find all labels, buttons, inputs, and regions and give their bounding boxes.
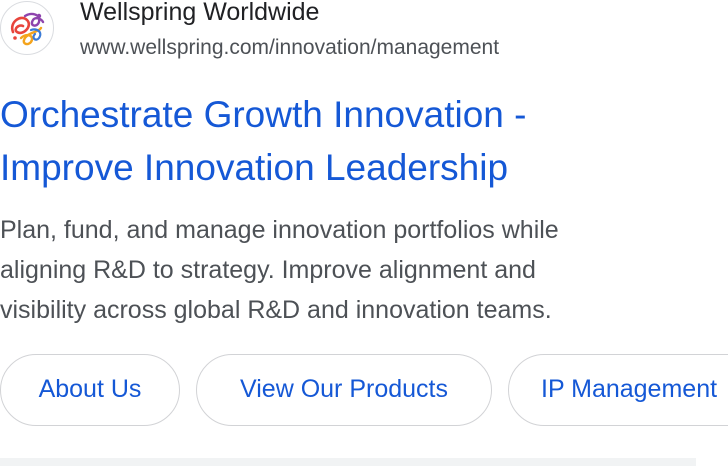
headline-line-1: Orchestrate Growth Innovation - [0,94,527,135]
bottom-divider [0,458,696,466]
description-line-2: aligning R&D to strategy. Improve alignm… [0,256,536,284]
wellspring-logo-icon [0,1,54,55]
description-line-3: visibility across global R&D and innovat… [0,296,552,324]
description-line-1: Plan, fund, and manage innovation portfo… [0,216,559,244]
ad-description: Plan, fund, and manage innovation portfo… [0,210,700,330]
search-ad-result: Wellspring Worldwide www.wellspring.com/… [0,0,728,466]
site-header[interactable]: Wellspring Worldwide www.wellspring.com/… [0,0,728,64]
sitelink-ip-management-button[interactable]: IP Management [508,354,728,426]
sitelink-chips: About Us View Our Products IP Management [0,354,728,426]
ad-headline-link[interactable]: Orchestrate Growth Innovation - Improve … [0,88,700,194]
sitelink-view-products-button[interactable]: View Our Products [196,354,492,426]
sitelink-about-us-button[interactable]: About Us [0,354,180,426]
site-url: www.wellspring.com/innovation/management [80,36,500,59]
site-name: Wellspring Worldwide [80,0,320,26]
headline-line-2: Improve Innovation Leadership [0,147,509,188]
